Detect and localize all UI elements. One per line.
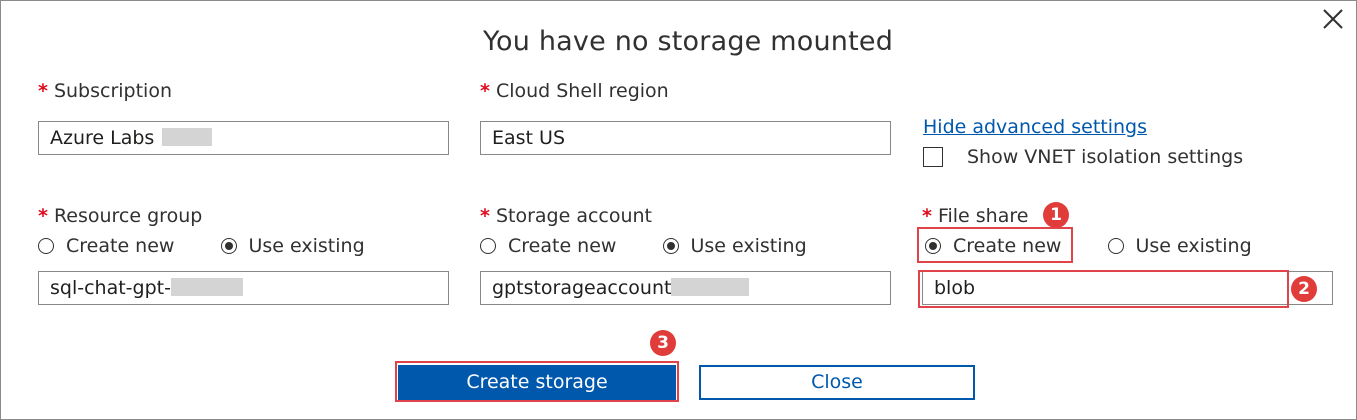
subscription-select[interactable]: Azure Labs <box>38 121 449 155</box>
close-button[interactable]: Close <box>699 365 975 400</box>
region-select[interactable]: East US <box>480 121 891 155</box>
vnet-isolation-row[interactable]: Show VNET isolation settings <box>923 146 1243 168</box>
redaction-block <box>671 277 750 296</box>
callout-badge-2: 2 <box>1291 276 1317 302</box>
storage-account-label: * Storage account <box>480 205 652 227</box>
region-label: * Cloud Shell region <box>480 80 669 102</box>
callout-badge-3: 3 <box>650 330 676 356</box>
file-share-label-text: File share <box>937 205 1029 227</box>
subscription-label-text: Subscription <box>53 80 172 102</box>
redaction-block <box>170 277 243 296</box>
storage-account-select[interactable]: gptstorageaccount <box>480 271 891 305</box>
highlight-create-storage <box>395 361 679 402</box>
resource-group-radio-group: Create new Use existing <box>38 235 365 259</box>
resource-group-label: * Resource group <box>38 205 202 227</box>
storage-account-radio-group: Create new Use existing <box>480 235 807 259</box>
required-asterisk: * <box>38 205 48 227</box>
region-label-text: Cloud Shell region <box>495 80 669 102</box>
vnet-isolation-checkbox[interactable] <box>923 147 943 167</box>
radio-selected-icon <box>662 238 679 254</box>
storage-account-value: gptstorageaccount <box>492 277 672 299</box>
highlight-file-share-input <box>918 270 1289 308</box>
redaction-block <box>162 127 213 146</box>
region-value: East US <box>492 127 566 149</box>
storage-account-use-existing-radio[interactable]: Use existing <box>662 235 807 257</box>
subscription-label: * Subscription <box>38 80 172 102</box>
radio-label: Create new <box>508 235 617 257</box>
radio-circle-icon <box>1107 238 1124 254</box>
radio-label: Use existing <box>690 235 807 257</box>
resource-group-select[interactable]: sql-chat-gpt- <box>38 271 449 305</box>
vnet-isolation-label: Show VNET isolation settings <box>967 146 1244 168</box>
radio-selected-icon <box>220 238 237 254</box>
resource-group-value: sql-chat-gpt- <box>50 277 171 299</box>
resource-group-create-new-radio[interactable]: Create new <box>38 235 174 257</box>
storage-account-create-new-radio[interactable]: Create new <box>480 235 616 257</box>
hide-advanced-settings-link[interactable]: Hide advanced settings <box>923 116 1147 138</box>
file-share-use-existing-radio[interactable]: Use existing <box>1107 235 1252 257</box>
file-share-label: * File share <box>922 205 1028 227</box>
subscription-value: Azure Labs <box>50 127 155 149</box>
radio-label: Create new <box>66 235 175 257</box>
dialog-title: You have no storage mounted <box>482 26 894 57</box>
radio-label: Use existing <box>248 235 365 257</box>
resource-group-use-existing-radio[interactable]: Use existing <box>220 235 365 257</box>
dialog-frame <box>0 0 1357 420</box>
highlight-create-new <box>917 227 1073 263</box>
required-asterisk: * <box>480 205 490 227</box>
radio-circle-icon <box>38 238 54 254</box>
callout-badge-1: 1 <box>1043 202 1069 228</box>
required-asterisk: * <box>922 205 932 227</box>
radio-label: Use existing <box>1135 235 1252 257</box>
resource-group-label-text: Resource group <box>53 205 203 227</box>
storage-account-label-text: Storage account <box>495 205 653 227</box>
required-asterisk: * <box>480 80 490 102</box>
radio-circle-icon <box>480 238 496 254</box>
required-asterisk: * <box>38 80 48 102</box>
